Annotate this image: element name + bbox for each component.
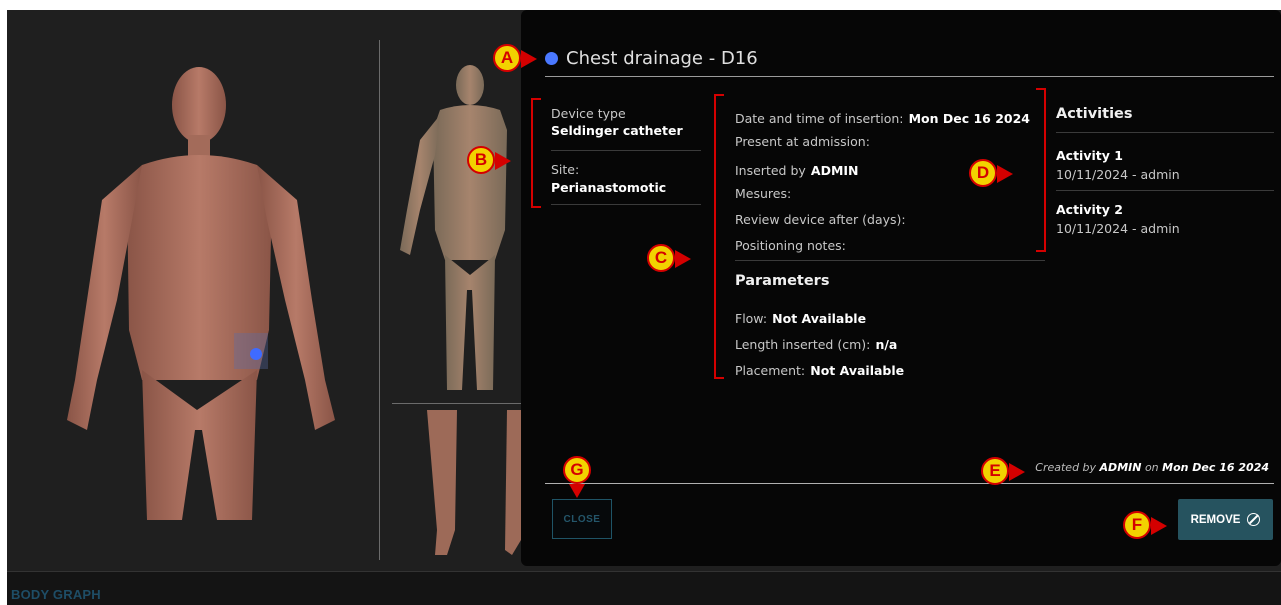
insertion-value: Mon Dec 16 2024	[908, 111, 1031, 126]
activities-heading: Activities	[1056, 106, 1133, 122]
site-value: Perianastomotic	[551, 180, 667, 195]
app-window: BODY GRAPH Chest drainage - D16 Device t…	[7, 10, 1281, 605]
body-back-figure[interactable]	[395, 60, 520, 400]
callout-g: G	[563, 456, 591, 484]
flow-value: Not Available	[772, 311, 867, 326]
callout-b: B	[467, 146, 495, 174]
placement-label: Placement:	[735, 363, 806, 378]
placement-value: Not Available	[810, 363, 905, 378]
present-at-admission-label: Present at admission:	[735, 134, 870, 149]
inserted-by-label: Inserted by	[735, 163, 806, 178]
callout-c-pointer	[675, 250, 691, 268]
site-label: Site:	[551, 162, 580, 177]
view-divider	[379, 40, 380, 560]
device-type-label: Device type	[551, 106, 626, 121]
remove-label: REMOVE	[1190, 513, 1241, 526]
created-by-user: ADMIN	[1099, 461, 1142, 474]
callout-a: A	[493, 44, 521, 72]
bottom-bar: BODY GRAPH	[7, 571, 1281, 605]
positioning-notes-label: Positioning notes:	[735, 238, 846, 253]
insertion-label: Date and time of insertion:	[735, 111, 904, 126]
panel-header: Chest drainage - D16	[545, 48, 758, 69]
inserted-by-row: Inserted by ADMIN	[735, 160, 859, 179]
body-legs-figure[interactable]	[417, 410, 527, 560]
activity-name: Activity 2	[1056, 202, 1123, 217]
flow-row: Flow: Not Available	[735, 308, 866, 327]
header-divider	[545, 76, 1274, 77]
insertion-row: Date and time of insertion: Mon Dec 16 2…	[735, 108, 1030, 127]
placement-row: Placement: Not Available	[735, 360, 904, 379]
length-value: n/a	[875, 337, 898, 352]
activity-item[interactable]: Activity 2 10/11/2024 - admin	[1056, 202, 1180, 236]
mesures-label: Mesures:	[735, 186, 792, 201]
activity-item[interactable]: Activity 1 10/11/2024 - admin	[1056, 148, 1180, 182]
divider	[551, 150, 701, 151]
callout-b-pointer	[495, 152, 511, 170]
divider	[1056, 190, 1274, 191]
length-label: Length inserted (cm):	[735, 337, 871, 352]
device-site-dot[interactable]	[250, 348, 262, 360]
device-title: Chest drainage - D16	[566, 48, 758, 69]
annotation-bracket-b	[531, 98, 541, 208]
parameters-heading: Parameters	[735, 273, 830, 289]
device-detail-panel: Chest drainage - D16 Device type Selding…	[521, 10, 1281, 566]
close-button[interactable]: CLOSE	[552, 499, 612, 539]
divider	[735, 260, 1045, 261]
annotation-bracket-d	[1036, 88, 1046, 252]
callout-e-pointer	[1009, 463, 1025, 481]
divider	[1056, 132, 1274, 133]
callout-f: F	[1123, 511, 1151, 539]
activity-meta: 10/11/2024 - admin	[1056, 221, 1180, 236]
footer-divider	[545, 483, 1274, 484]
device-color-dot	[545, 52, 558, 65]
remove-button[interactable]: REMOVE	[1178, 499, 1273, 540]
created-date: Mon Dec 16 2024	[1162, 461, 1269, 474]
view-divider-horizontal	[392, 403, 522, 404]
callout-e: E	[981, 457, 1009, 485]
activity-name: Activity 1	[1056, 148, 1123, 163]
body-front-figure[interactable]	[47, 50, 347, 530]
created-by-text: Created by ADMIN on Mon Dec 16 2024	[1035, 461, 1269, 474]
annotation-bracket-c	[714, 94, 724, 379]
created-on-word: on	[1144, 461, 1159, 474]
callout-d: D	[969, 159, 997, 187]
body-graph-label[interactable]: BODY GRAPH	[11, 587, 101, 602]
activity-meta: 10/11/2024 - admin	[1056, 167, 1180, 182]
callout-g-pointer	[569, 484, 585, 498]
inserted-by-value: ADMIN	[810, 163, 859, 178]
flow-label: Flow:	[735, 311, 768, 326]
device-type-value: Seldinger catheter	[551, 123, 683, 138]
callout-d-pointer	[997, 165, 1013, 183]
callout-a-pointer	[521, 50, 537, 68]
divider	[551, 204, 701, 205]
callout-c: C	[647, 244, 675, 272]
callout-f-pointer	[1151, 517, 1167, 535]
ban-icon	[1247, 513, 1261, 526]
length-row: Length inserted (cm): n/a	[735, 334, 897, 353]
review-label: Review device after (days):	[735, 212, 906, 227]
created-prefix: Created by	[1035, 461, 1097, 474]
